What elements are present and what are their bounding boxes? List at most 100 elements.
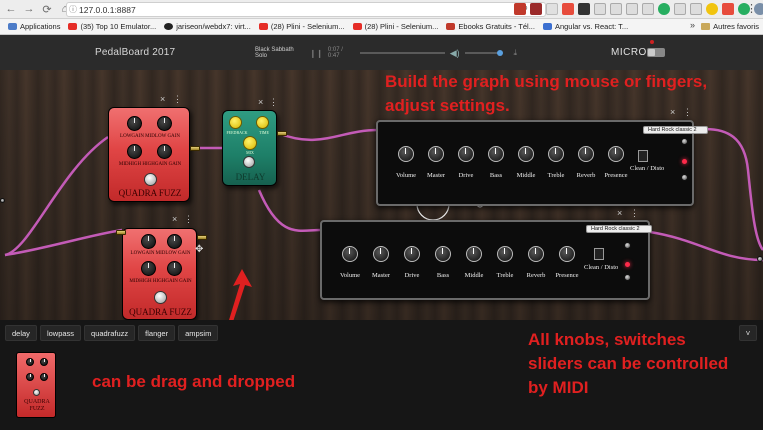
amp-preset-select[interactable]: Hard Rock classic 2	[643, 126, 708, 134]
amp-knob[interactable]	[342, 246, 358, 262]
bookmark-item[interactable]: (28) Plini - Selenium...	[258, 22, 345, 31]
plugin-thumbnail-quadrafuzz[interactable]: QUADRA FUZZ	[16, 352, 56, 418]
footswitch[interactable]	[144, 173, 157, 186]
knob-time[interactable]	[256, 116, 269, 129]
amp-knob[interactable]	[528, 246, 544, 262]
amp-knob[interactable]	[608, 146, 624, 162]
knob-lowgain[interactable]	[141, 234, 156, 249]
amp-jack-bottom[interactable]	[624, 274, 631, 281]
knob-lowgain[interactable]	[127, 116, 142, 131]
extension-icon[interactable]	[546, 3, 558, 15]
pedalboard-canvas[interactable]: × LOWGAIN MIDLOW GAIN MIDHIGH HIGHGAIN G…	[0, 70, 763, 320]
pedal-quadrafuzz-2[interactable]: LOWGAIN MIDLOW GAIN MIDHIGH HIGHGAIN GAI…	[122, 228, 197, 320]
pedal-menu-icon[interactable]: ⋮	[269, 97, 278, 108]
amp-menu-icon[interactable]: ⋮	[630, 208, 639, 219]
bookmark-item[interactable]: Angular vs. React: T...	[542, 22, 628, 31]
extension-icon[interactable]	[674, 3, 686, 15]
amp-1[interactable]: Hard Rock classic 2 Volume Master Drive Bas…	[376, 120, 708, 206]
close-pedal-icon[interactable]: ×	[160, 94, 165, 104]
knob-midhighgain[interactable]	[127, 144, 142, 159]
amp-jack-top[interactable]	[681, 138, 688, 145]
output-jack[interactable]	[277, 131, 287, 136]
progress-bar[interactable]	[359, 52, 445, 54]
knob-midlowgain[interactable]	[167, 234, 182, 249]
info-icon[interactable]: ⓘ	[67, 4, 79, 15]
volume-slider[interactable]	[464, 50, 503, 56]
amp-jack-bottom[interactable]	[681, 174, 688, 181]
close-pedal-icon[interactable]: ×	[258, 97, 263, 107]
amp-knob[interactable]	[578, 146, 594, 162]
extension-icon[interactable]	[690, 3, 702, 15]
amp-knob[interactable]	[488, 146, 504, 162]
knob-highgain[interactable]	[157, 144, 172, 159]
collapse-palette-button[interactable]: ˅	[739, 325, 757, 341]
volume-slider-thumb[interactable]	[496, 50, 503, 56]
extension-icon[interactable]	[722, 3, 734, 15]
tab-lowpass[interactable]: lowpass	[39, 325, 82, 341]
pedal-quadrafuzz-1[interactable]: LOWGAIN MIDLOW GAIN MIDHIGH HIGHGAIN GAI…	[108, 107, 190, 202]
extension-icon[interactable]	[514, 3, 526, 15]
footswitch[interactable]	[154, 291, 167, 304]
extension-icon[interactable]	[658, 3, 670, 15]
back-icon[interactable]: ←	[4, 2, 18, 16]
pedal-delay[interactable]: FEEDBACK TIME MIX DELAY	[222, 110, 277, 186]
amp-knob[interactable]	[398, 146, 414, 162]
amp-knob[interactable]	[404, 246, 420, 262]
other-bookmarks[interactable]: Autres favoris	[701, 22, 759, 31]
forward-icon[interactable]: →	[22, 2, 36, 16]
volume-icon[interactable]: ◀)	[450, 48, 460, 59]
bookmark-item[interactable]: Applications	[8, 22, 60, 31]
board-input-jack[interactable]	[0, 198, 5, 203]
amp-knob[interactable]	[518, 146, 534, 162]
tab-ampsim[interactable]: ampsim	[178, 325, 219, 341]
tab-quadrafuzz[interactable]: quadrafuzz	[84, 325, 136, 341]
input-jack[interactable]	[116, 230, 126, 235]
extension-icon[interactable]	[578, 3, 590, 15]
footswitch[interactable]	[243, 156, 255, 168]
amp-knob[interactable]	[466, 246, 482, 262]
amp-knob[interactable]	[548, 146, 564, 162]
knob-mix[interactable]	[243, 136, 257, 150]
tab-delay[interactable]: delay	[5, 325, 37, 341]
knob-midhighgain[interactable]	[141, 261, 156, 276]
download-icon[interactable]: ⤓	[513, 48, 517, 58]
pause-icon[interactable]: ❙❙	[309, 49, 322, 58]
board-output-jack[interactable]	[757, 256, 763, 262]
address-bar[interactable]: ⓘ 127.0.0.1:8887 ⚲ ☆	[66, 2, 546, 17]
extension-icon[interactable]	[626, 3, 638, 15]
amp-knob[interactable]	[458, 146, 474, 162]
amp-knob[interactable]	[559, 246, 575, 262]
knob-midlowgain[interactable]	[157, 116, 172, 131]
knob-feedback[interactable]	[229, 116, 242, 129]
bookmark-item[interactable]: jariseon/webdx7: virt...	[164, 22, 251, 31]
bookmark-item[interactable]: Ebooks Gratuits - Tél...	[446, 22, 535, 31]
pedal-menu-icon[interactable]: ⋮	[173, 94, 182, 105]
pedal-menu-icon[interactable]: ⋮	[184, 214, 193, 225]
extension-icon[interactable]	[562, 3, 574, 15]
extension-icon[interactable]	[610, 3, 622, 15]
output-jack[interactable]	[190, 146, 200, 151]
extension-icon[interactable]	[594, 3, 606, 15]
tab-flanger[interactable]: flanger	[138, 325, 176, 341]
knob-highgain[interactable]	[167, 261, 182, 276]
amp-jack-top[interactable]	[624, 242, 631, 249]
amp-knob[interactable]	[428, 146, 444, 162]
extension-icon[interactable]	[642, 3, 654, 15]
bookmark-item[interactable]: (28) Plini - Selenium...	[352, 22, 438, 31]
reload-icon[interactable]: ⟳	[40, 2, 54, 16]
amp-knob[interactable]	[497, 246, 513, 262]
extension-icon[interactable]	[530, 3, 542, 15]
close-amp-icon[interactable]: ×	[617, 208, 622, 218]
amp-2[interactable]: Hard Rock classic 2 Volume Master Drive Bas…	[320, 220, 652, 300]
bookmark-item[interactable]: (35) Top 10 Emulator...	[68, 22, 156, 31]
micro-toggle[interactable]	[647, 48, 665, 57]
close-pedal-icon[interactable]: ×	[172, 214, 177, 224]
amp-knob[interactable]	[373, 246, 389, 262]
amp-knob[interactable]	[435, 246, 451, 262]
bookmarks-overflow-icon[interactable]: »	[690, 20, 695, 30]
clean-disto-switch[interactable]	[594, 248, 604, 260]
output-jack[interactable]	[197, 235, 207, 240]
amp-preset-select[interactable]: Hard Rock classic 2	[586, 225, 652, 233]
browser-menu-icon[interactable]: ⋮	[746, 2, 757, 15]
extension-icon[interactable]	[706, 3, 718, 15]
